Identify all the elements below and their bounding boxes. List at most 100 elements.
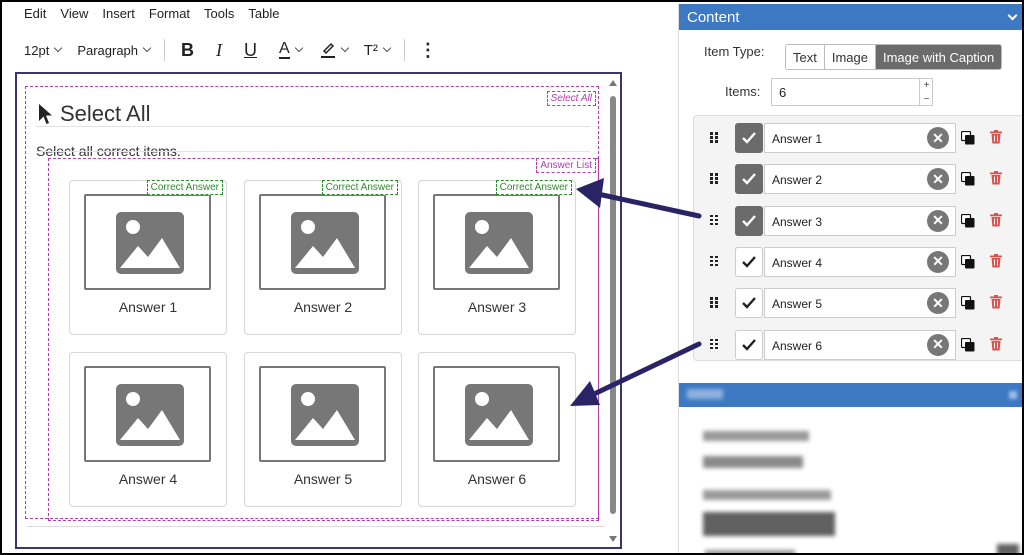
stepper-down[interactable]: − bbox=[924, 94, 930, 105]
drag-handle-icon[interactable] bbox=[710, 297, 718, 308]
item-type-image-with-caption[interactable]: Image with Caption bbox=[875, 45, 1002, 69]
duplicate-icon[interactable] bbox=[961, 213, 975, 228]
answer-card[interactable]: Answer 2 Correct Answer bbox=[244, 180, 402, 335]
question-title-text: Select All bbox=[60, 101, 151, 126]
editor-canvas[interactable]: Select All Select All Select all correct… bbox=[15, 72, 622, 549]
answer-card[interactable]: Answer 3 Correct Answer bbox=[418, 180, 576, 335]
chevron-down-icon bbox=[54, 43, 63, 53]
italic-button[interactable]: I bbox=[216, 40, 222, 61]
blurred-label bbox=[703, 490, 831, 500]
trash-icon[interactable] bbox=[990, 336, 1002, 351]
duplicate-icon[interactable] bbox=[961, 172, 975, 186]
trash-icon[interactable] bbox=[990, 171, 1002, 185]
image-placeholder-icon bbox=[291, 384, 359, 446]
answer-row: Answer 5 ✕ bbox=[694, 282, 1022, 323]
trash-icon[interactable] bbox=[990, 130, 1002, 144]
clear-icon[interactable]: ✕ bbox=[927, 209, 949, 232]
style-panel-header[interactable] bbox=[679, 383, 1022, 407]
highlight-button[interactable] bbox=[320, 41, 349, 59]
menu-edit[interactable]: Edit bbox=[24, 6, 46, 21]
image-frame bbox=[84, 194, 211, 290]
drag-handle-icon[interactable] bbox=[710, 214, 718, 226]
correct-toggle[interactable] bbox=[735, 205, 763, 236]
answer-caption: Answer 5 bbox=[293, 471, 353, 487]
menu-format[interactable]: Format bbox=[149, 6, 190, 21]
chevron-down-icon bbox=[294, 43, 303, 53]
answer-caption: Answer 6 bbox=[467, 471, 527, 487]
underline-button[interactable]: U bbox=[244, 40, 257, 61]
drag-handle-icon[interactable] bbox=[710, 173, 718, 184]
item-type-selector: Text Image Image with Caption bbox=[785, 44, 1003, 70]
drag-handle-icon[interactable] bbox=[710, 255, 718, 267]
content-panel-header[interactable]: Content bbox=[679, 4, 1022, 30]
blurred-label bbox=[703, 431, 809, 441]
trash-icon[interactable] bbox=[990, 253, 1002, 268]
menu-table[interactable]: Table bbox=[248, 6, 279, 21]
duplicate-icon[interactable] bbox=[961, 337, 975, 352]
correct-toggle[interactable] bbox=[735, 329, 763, 360]
answer-card[interactable]: Answer 1 Correct Answer bbox=[69, 180, 227, 335]
answer-card[interactable]: Answer 5 bbox=[244, 352, 402, 507]
item-type-image[interactable]: Image bbox=[824, 45, 876, 69]
blurred-header-icon bbox=[1009, 391, 1017, 399]
drag-handle-icon[interactable] bbox=[710, 338, 718, 350]
stepper-up[interactable]: + bbox=[924, 80, 930, 91]
answer-row: Answer 2 ✕ bbox=[694, 158, 1022, 199]
answer-card[interactable]: Answer 4 bbox=[69, 352, 227, 507]
font-size-select[interactable]: 12pt bbox=[24, 43, 63, 58]
answer-row: Answer 6 ✕ bbox=[694, 324, 1022, 365]
clear-icon[interactable]: ✕ bbox=[927, 333, 949, 356]
trash-icon[interactable] bbox=[990, 212, 1002, 227]
blurred-label bbox=[705, 550, 795, 553]
correct-answer-tag: Correct Answer bbox=[495, 180, 572, 195]
question-title: Select All bbox=[38, 101, 151, 127]
drag-handle-icon[interactable] bbox=[710, 132, 718, 143]
correct-toggle[interactable] bbox=[735, 246, 763, 277]
items-label: Items: bbox=[725, 84, 761, 99]
bold-button[interactable]: B bbox=[181, 40, 194, 61]
items-count-input[interactable]: 6 bbox=[771, 78, 933, 106]
menu-view[interactable]: View bbox=[60, 6, 88, 21]
trash-icon[interactable] bbox=[990, 295, 1002, 309]
answer-row: Answer 4 ✕ bbox=[694, 241, 1022, 282]
answer-caption: Answer 4 bbox=[118, 471, 178, 487]
duplicate-icon[interactable] bbox=[961, 296, 975, 310]
checkmark-icon bbox=[742, 256, 756, 268]
answer-card[interactable]: Answer 6 bbox=[418, 352, 576, 507]
more-options-button[interactable]: ⋮ bbox=[419, 40, 437, 61]
chevron-down-icon[interactable] bbox=[1007, 10, 1018, 20]
answer-row: Answer 3 ✕ bbox=[694, 200, 1022, 241]
duplicate-icon[interactable] bbox=[961, 254, 975, 269]
clear-icon[interactable]: ✕ bbox=[927, 250, 949, 273]
answer-caption: Answer 3 bbox=[467, 299, 527, 315]
image-frame bbox=[259, 194, 386, 290]
toolbar-divider bbox=[164, 39, 166, 61]
image-frame bbox=[84, 366, 211, 462]
menu-tools[interactable]: Tools bbox=[204, 6, 234, 21]
clear-icon[interactable]: ✕ bbox=[927, 127, 949, 149]
correct-toggle[interactable] bbox=[735, 164, 763, 195]
block-format-select[interactable]: Paragraph bbox=[77, 43, 152, 58]
scroll-thumb[interactable] bbox=[610, 96, 616, 514]
blurred-options bbox=[703, 456, 803, 468]
correct-answer-tag: Correct Answer bbox=[321, 180, 398, 195]
superscript-button[interactable]: T² bbox=[364, 42, 392, 59]
duplicate-icon[interactable] bbox=[961, 131, 975, 145]
answer-list[interactable]: Answer List Answer 1 Correct Answer Answer… bbox=[48, 158, 599, 521]
menu-insert[interactable]: Insert bbox=[102, 6, 135, 21]
editor-scrollbar[interactable] bbox=[609, 80, 617, 542]
correct-toggle[interactable] bbox=[735, 288, 763, 319]
answer-row: Answer 1 ✕ bbox=[694, 117, 1022, 158]
item-type-text[interactable]: Text bbox=[786, 45, 825, 69]
scroll-up-arrow-icon[interactable] bbox=[609, 80, 617, 86]
pointer-icon bbox=[39, 104, 52, 124]
item-type-label: Item Type: bbox=[704, 44, 765, 59]
font-color-button[interactable]: A bbox=[279, 41, 303, 59]
toolbar-divider bbox=[403, 39, 405, 61]
scroll-down-arrow-icon[interactable] bbox=[609, 536, 617, 542]
blurred-color-control bbox=[703, 512, 835, 536]
correct-toggle[interactable] bbox=[735, 123, 763, 153]
blurred-icon bbox=[997, 544, 1019, 553]
image-placeholder-icon bbox=[465, 212, 533, 274]
items-stepper[interactable]: + − bbox=[919, 78, 933, 106]
